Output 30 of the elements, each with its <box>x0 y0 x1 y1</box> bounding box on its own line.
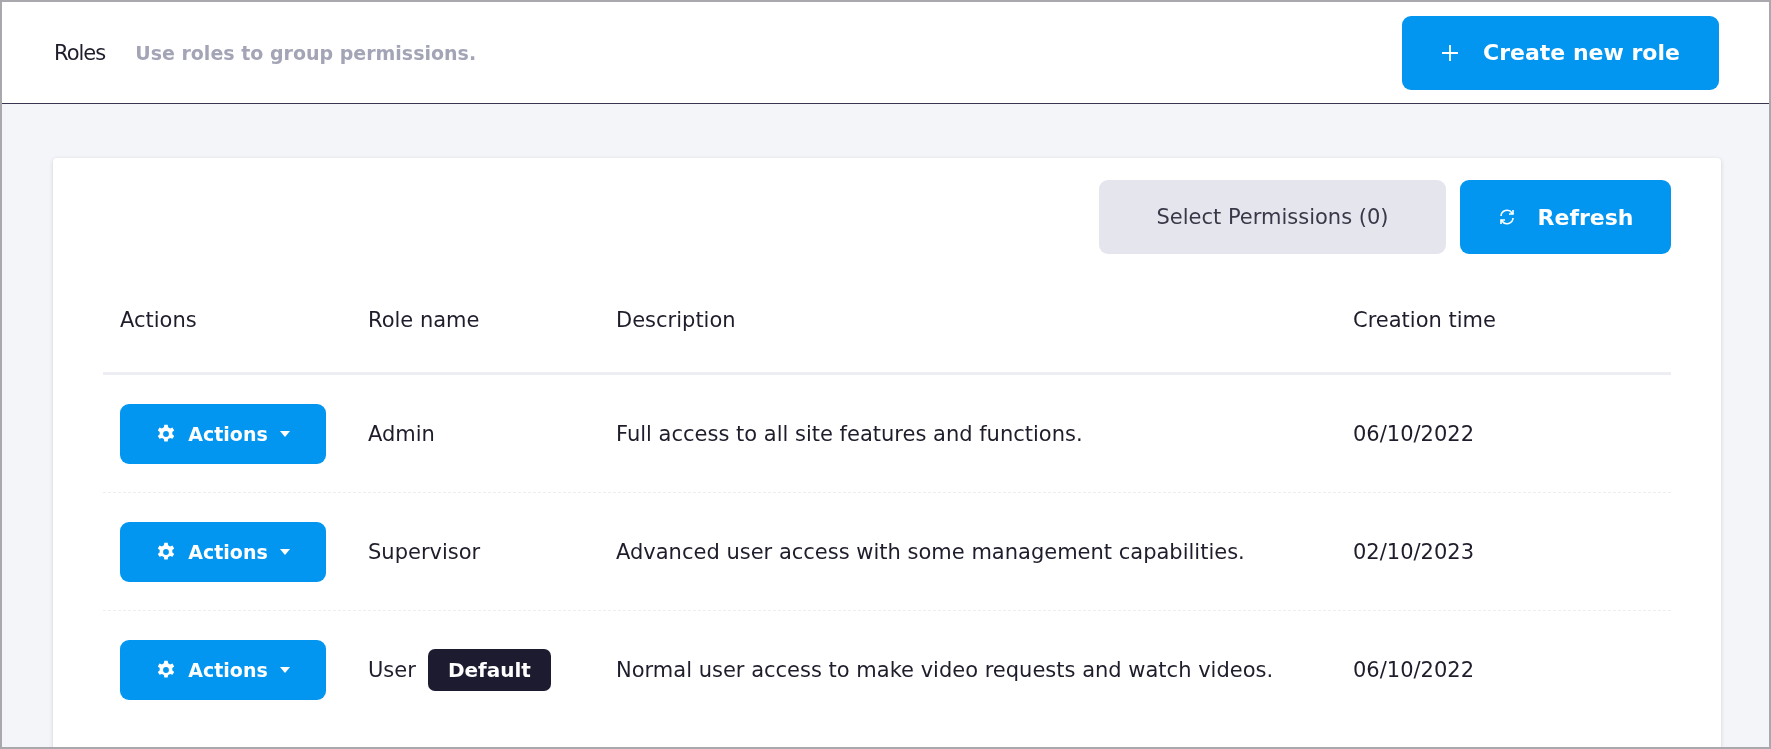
role-name: Admin <box>368 421 435 446</box>
column-header: Actions <box>120 307 198 332</box>
create-role-button[interactable]: Create new role <box>1402 15 1719 90</box>
refresh-icon <box>1497 208 1516 226</box>
default-badge: Default <box>427 648 551 691</box>
gear-icon <box>156 423 177 444</box>
creation-date: 02/10/2023 <box>1353 539 1476 564</box>
column-header: Role name <box>368 307 481 332</box>
role-description: Advanced user access with some management capabilities. <box>616 539 1246 564</box>
plus-icon <box>1441 43 1460 62</box>
role-name: Supervisor <box>368 539 481 564</box>
role-description: Normal user access to make video requests and watch videos. <box>616 657 1275 682</box>
select-permissions-button[interactable]: Select Permissions (0) <box>1099 180 1446 254</box>
column-header: Creation time <box>1353 307 1497 332</box>
creation-date: 06/10/2022 <box>1353 657 1476 682</box>
actions-dropdown-button[interactable]: Actions <box>120 521 326 582</box>
caret-icon <box>279 430 290 437</box>
creation-date: 06/10/2022 <box>1353 421 1476 446</box>
role-description: Full access to all site features and functions. <box>616 421 1084 446</box>
gear-icon <box>156 659 177 680</box>
refresh-button[interactable]: Refresh <box>1460 180 1671 254</box>
page-subtitle: Use roles to group permissions. <box>135 41 477 64</box>
gear-icon <box>156 541 177 562</box>
actions-dropdown-button[interactable]: Actions <box>120 639 326 700</box>
actions-dropdown-button[interactable]: Actions <box>120 403 326 464</box>
page-title: Roles <box>54 40 106 65</box>
role-name: User <box>368 657 416 682</box>
caret-icon <box>279 666 290 673</box>
caret-icon <box>279 548 290 555</box>
column-header: Description <box>616 307 737 332</box>
